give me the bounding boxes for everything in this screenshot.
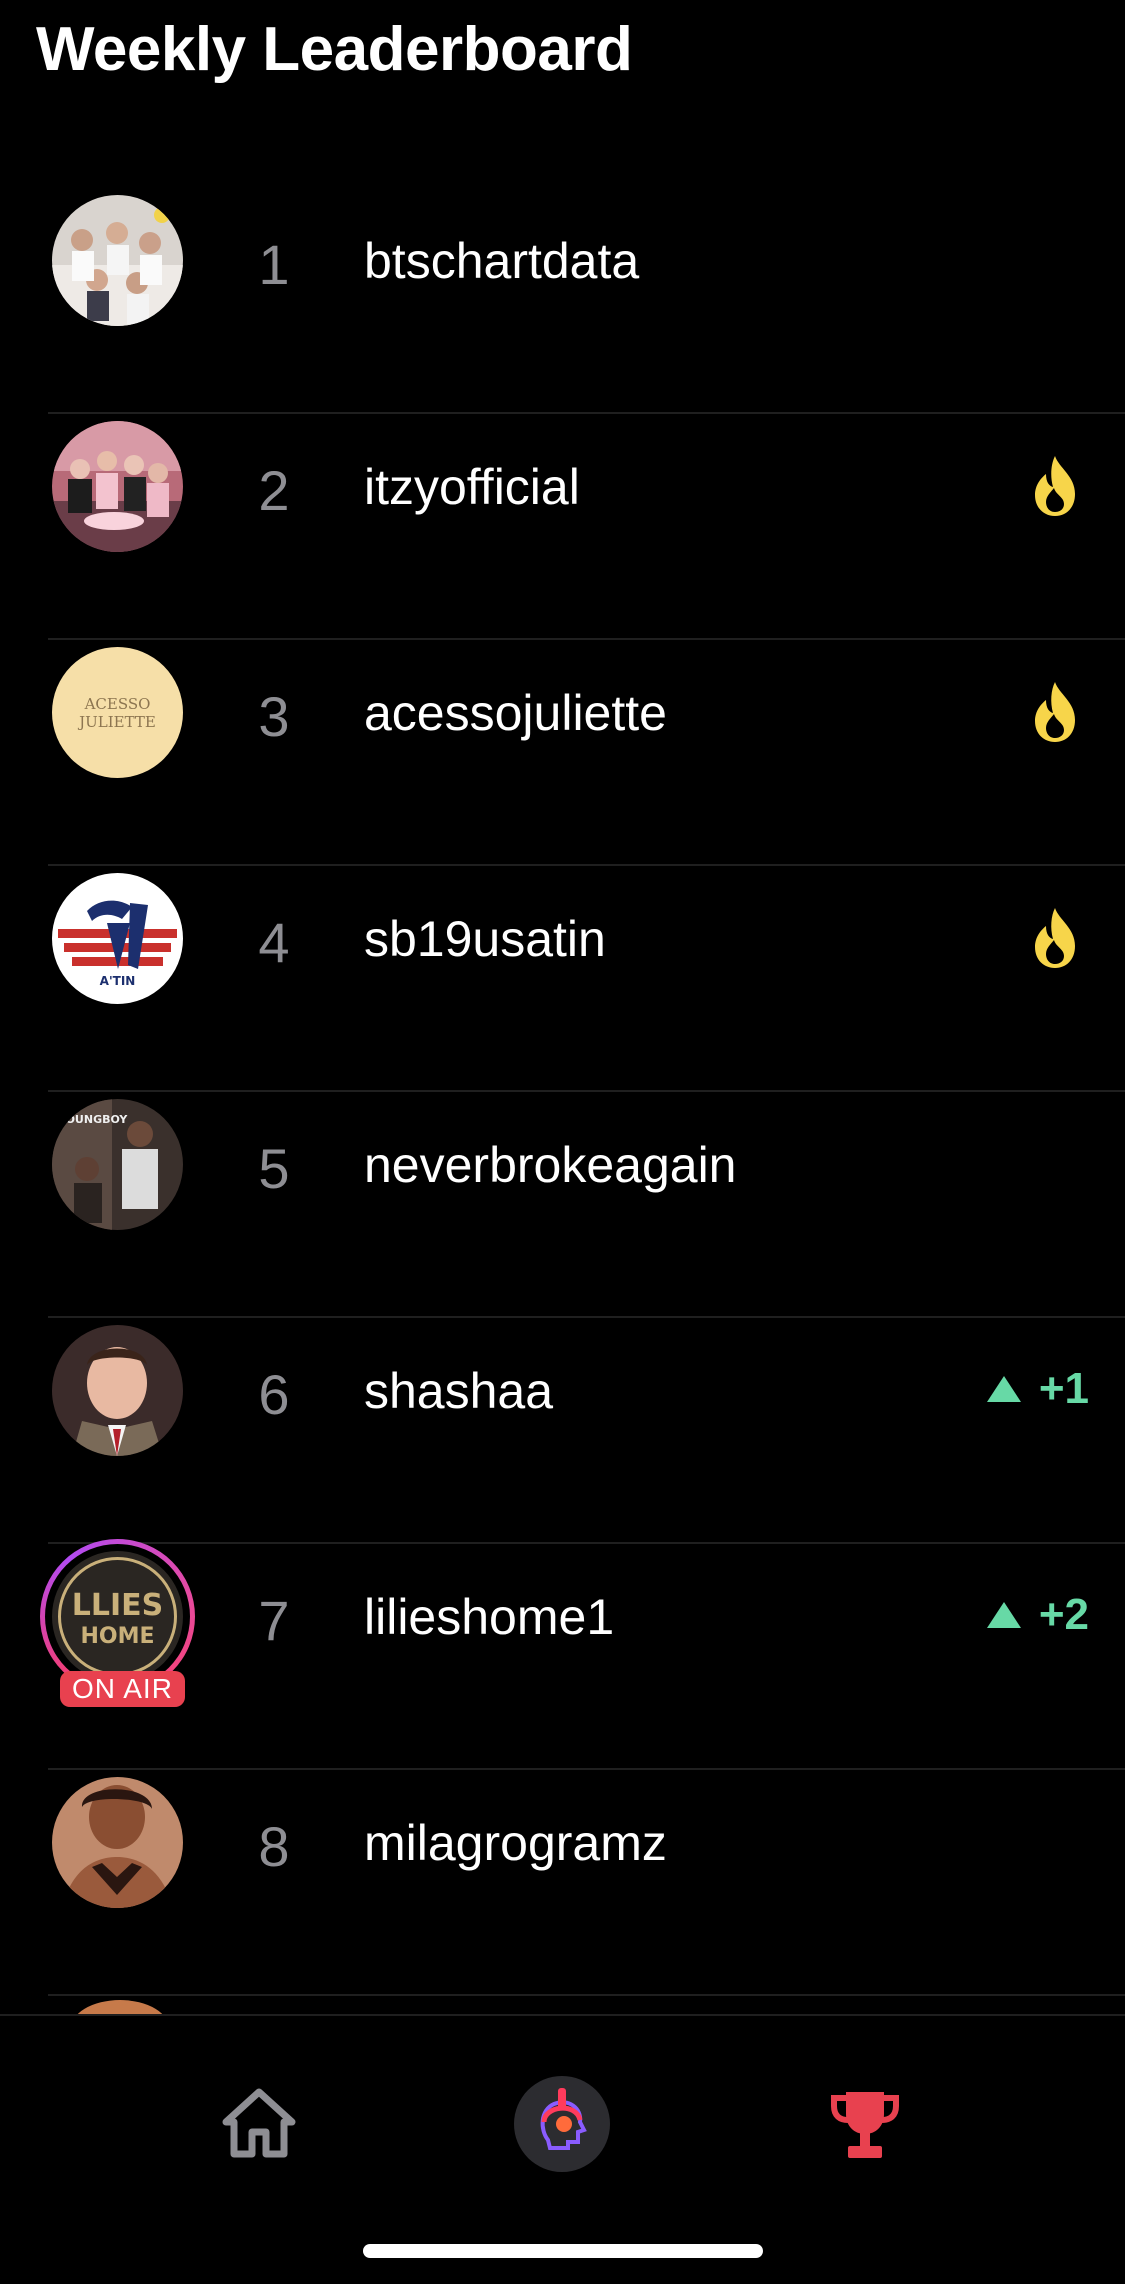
rank-number: 4 (258, 911, 290, 974)
username[interactable]: shashaa (364, 1362, 553, 1420)
username[interactable]: btschartdata (364, 232, 639, 290)
rank-number: 6 (258, 1363, 290, 1426)
username[interactable]: itzyofficial (364, 458, 580, 516)
leaderboard-list[interactable]: 1 btschartdata 2 itzyofficial ACESSO JUL… (0, 188, 1125, 1996)
username[interactable]: neverbrokeagain (364, 1136, 737, 1194)
list-item[interactable]: 2 itzyofficial (0, 414, 1125, 640)
avatar[interactable]: YOUNGBOY (52, 1099, 183, 1230)
svg-text:JULIETTE: JULIETTE (77, 713, 156, 731)
rank-change: +1 (986, 1364, 1089, 1414)
home-indicator[interactable] (363, 2244, 763, 2258)
username[interactable]: acessojuliette (364, 684, 667, 742)
list-item[interactable]: A'TIN 4 sb19usatin (0, 866, 1125, 1092)
tab-home[interactable] (222, 2088, 296, 2163)
rank-number: 7 (258, 1589, 290, 1652)
rank-number: 8 (258, 1815, 290, 1878)
trophy-icon (831, 2092, 899, 2158)
username[interactable]: lilieshome1 (364, 1588, 614, 1646)
head-headphones-icon (514, 2076, 610, 2172)
avatar[interactable]: LLIES HOME (52, 1551, 183, 1682)
rank-number: 5 (258, 1137, 290, 1200)
leaderboard-screen: Weekly Leaderboard 1 btschartdata 2 itzy… (0, 0, 1125, 2284)
svg-text:YOUNGBOY: YOUNGBOY (57, 1113, 128, 1126)
divider (48, 1994, 1125, 1996)
list-item[interactable]: LLIES HOME ON AIR 7 lilieshome1 +2 (0, 1539, 1125, 1770)
list-item[interactable]: YOUNGBOY 5 neverbrokeagain (0, 1092, 1125, 1318)
avatar[interactable]: A'TIN (52, 873, 183, 1004)
tab-center[interactable] (514, 2076, 610, 2177)
list-item[interactable]: 1 btschartdata (0, 188, 1125, 414)
rank-change-value: +2 (1038, 1590, 1089, 1639)
rank-change: +2 (986, 1590, 1089, 1640)
rank-change-value: +1 (1038, 1364, 1089, 1413)
triangle-up-icon (986, 1376, 1021, 1402)
avatar[interactable] (52, 195, 183, 326)
fire-icon (1029, 454, 1081, 523)
list-item[interactable]: 6 shashaa +1 (0, 1318, 1125, 1544)
tab-leaderboard[interactable] (830, 2088, 900, 2167)
svg-text:A'TIN: A'TIN (100, 974, 136, 988)
svg-text:LLIES: LLIES (72, 1588, 164, 1623)
username[interactable]: sb19usatin (364, 910, 606, 968)
rank-number: 3 (258, 685, 290, 748)
svg-text:HOME: HOME (80, 1624, 154, 1649)
fire-icon (1029, 906, 1081, 975)
avatar[interactable] (52, 1777, 183, 1908)
page-title: Weekly Leaderboard (36, 15, 633, 84)
avatar[interactable]: ACESSO JULIETTE (52, 647, 183, 778)
fire-icon (1029, 680, 1081, 749)
list-item[interactable]: ACESSO JULIETTE 3 acessojuliette (0, 640, 1125, 866)
rank-number: 1 (258, 233, 290, 296)
username[interactable]: milagrogramz (364, 1814, 667, 1872)
on-air-badge: ON AIR (60, 1671, 185, 1707)
home-icon (222, 2088, 296, 2158)
svg-text:ACESSO: ACESSO (84, 695, 151, 713)
list-item[interactable]: 8 milagrogramz (0, 1770, 1125, 1996)
triangle-up-icon (986, 1602, 1021, 1628)
rank-number: 2 (258, 459, 290, 522)
avatar[interactable] (52, 1325, 183, 1456)
avatar[interactable] (52, 421, 183, 552)
